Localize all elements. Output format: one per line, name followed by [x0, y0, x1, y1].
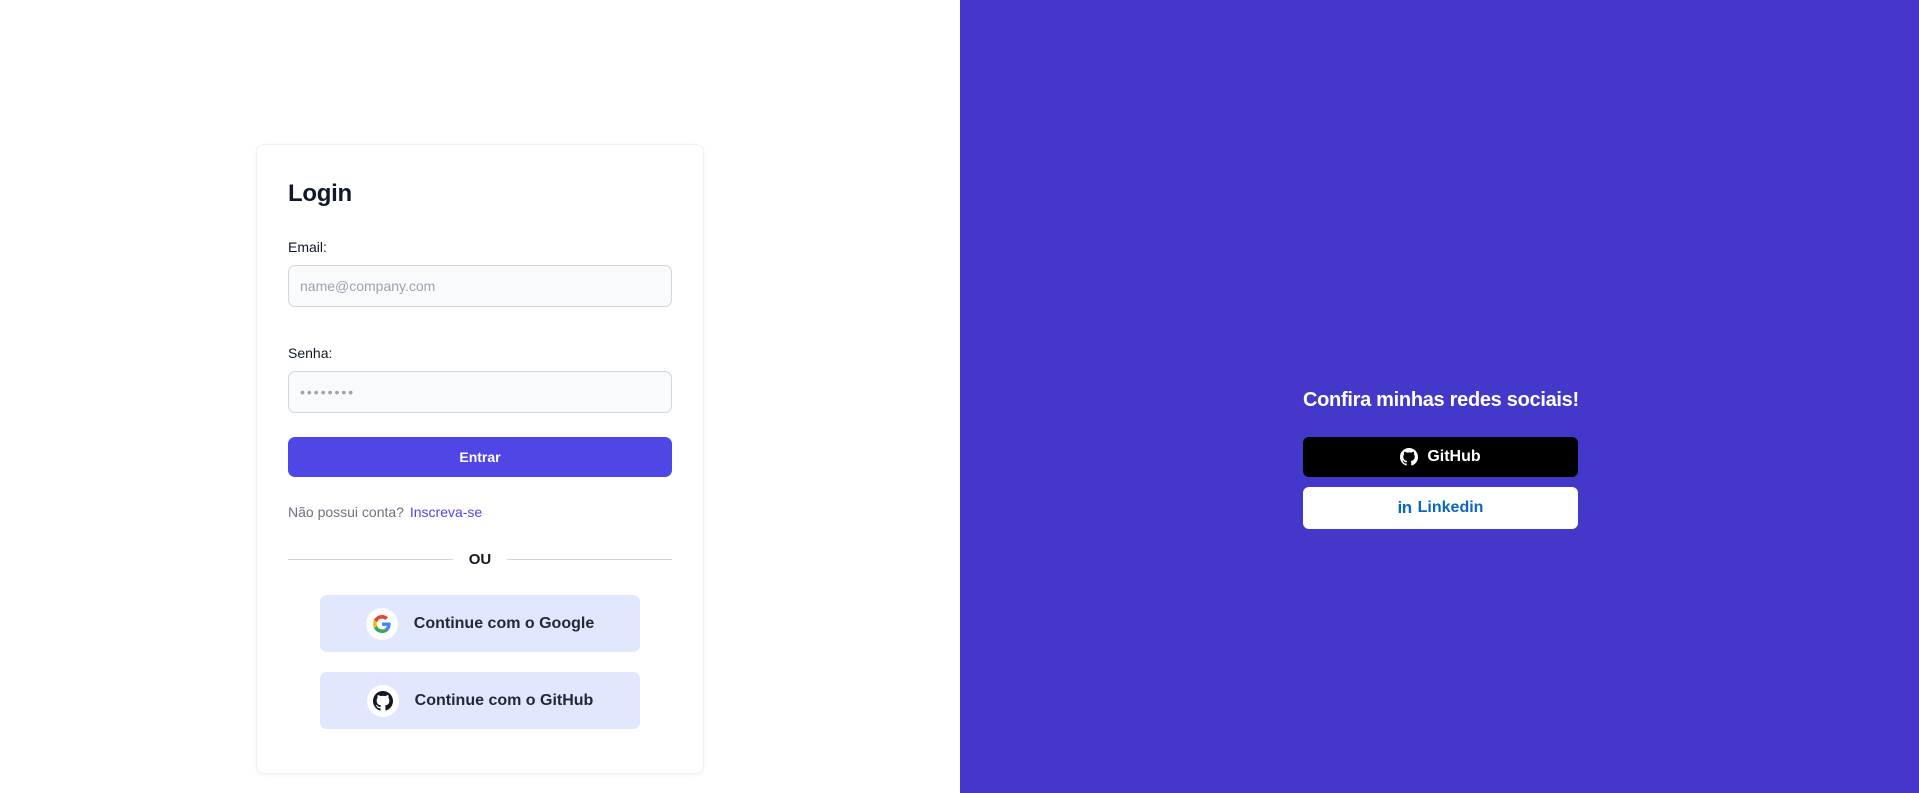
login-pane: Login Email: Senha: Entrar Não possui co…: [0, 0, 960, 793]
signup-prompt: Não possui conta? Inscreva-se: [288, 503, 672, 521]
social-heading: Confira minhas redes sociais!: [1303, 389, 1579, 411]
email-input[interactable]: [288, 265, 672, 307]
github-icon: [366, 684, 399, 717]
page: Login Email: Senha: Entrar Não possui co…: [0, 0, 1919, 793]
github-profile-button[interactable]: GitHub: [1303, 437, 1578, 477]
linkedin-icon: in: [1397, 498, 1413, 517]
google-button-label: Continue com o Google: [413, 614, 595, 632]
email-label: Email:: [288, 239, 327, 255]
divider-text: OU: [468, 550, 492, 568]
linkedin-profile-button[interactable]: in Linkedin: [1303, 487, 1578, 529]
signup-link[interactable]: Inscreva-se: [410, 504, 482, 520]
github-icon: [1400, 448, 1419, 466]
password-input[interactable]: [288, 371, 672, 413]
or-divider: OU: [288, 549, 672, 569]
social-pane: Confira minhas redes sociais! GitHub in …: [960, 0, 1919, 793]
linkedin-profile-label: Linkedin: [1417, 499, 1484, 516]
login-card: Login Email: Senha: Entrar Não possui co…: [256, 144, 704, 774]
divider-line-right: [507, 558, 672, 560]
github-button-label: Continue com o GitHub: [414, 691, 594, 709]
github-profile-label: GitHub: [1427, 448, 1481, 465]
divider-line-left: [288, 558, 453, 560]
no-account-text: Não possui conta?: [288, 504, 404, 520]
social-links: Confira minhas redes sociais! GitHub in …: [1303, 388, 1579, 529]
password-label: Senha:: [288, 345, 333, 361]
google-login-button[interactable]: Continue com o Google: [320, 595, 640, 652]
submit-button[interactable]: Entrar: [288, 437, 672, 477]
google-icon: [365, 607, 398, 640]
login-title: Login: [288, 180, 352, 207]
github-login-button[interactable]: Continue com o GitHub: [320, 672, 640, 729]
